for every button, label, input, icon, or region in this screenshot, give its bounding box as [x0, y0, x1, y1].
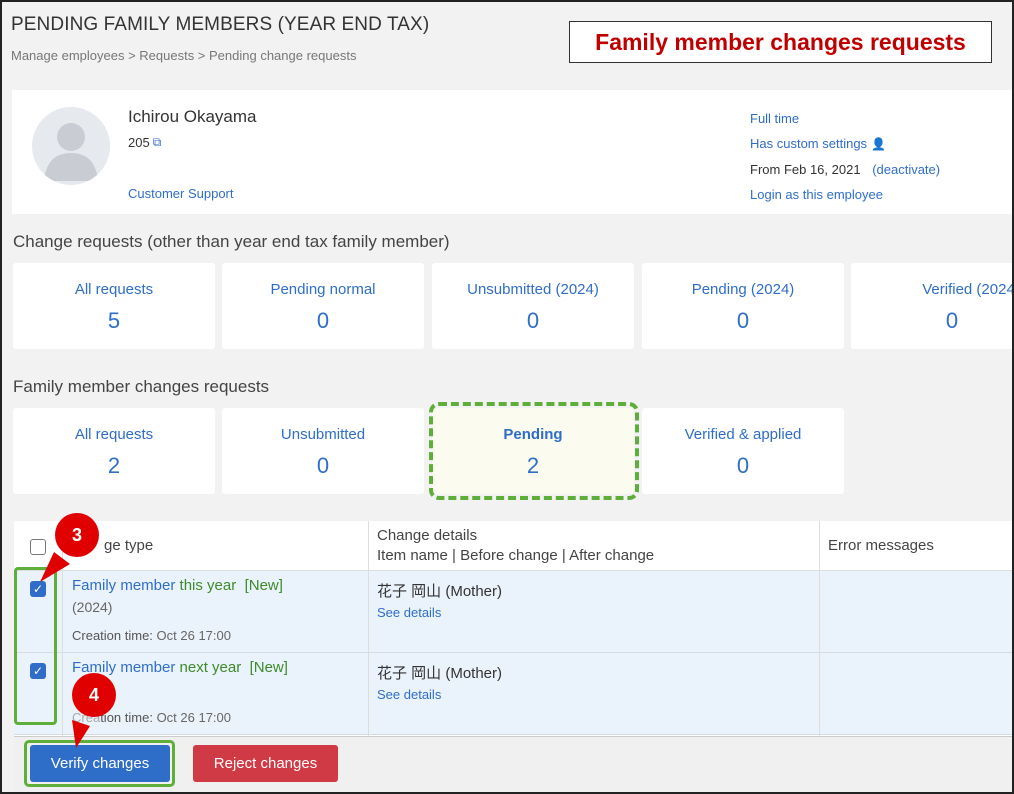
from-date-row: From Feb 16, 2021 (deactivate)	[750, 157, 940, 182]
card-count: 2	[107, 453, 121, 478]
card-label: Pending (2024)	[691, 281, 795, 298]
change-type-link[interactable]: Family member next year [New]	[72, 659, 288, 676]
deactivate-link[interactable]: (deactivate)	[872, 162, 940, 177]
card-count: 0	[316, 453, 330, 478]
from-date: From Feb 16, 2021	[750, 162, 861, 177]
card-count: 0	[736, 308, 750, 333]
card-pending-2024[interactable]: Pending (2024) 0	[642, 263, 844, 349]
card-label: Verified & applied	[684, 426, 802, 443]
table-row: ✓ Family member this year [New] (2024) C…	[14, 571, 1012, 653]
card-label: Unsubmitted	[280, 426, 366, 443]
see-details-link[interactable]: See details	[377, 687, 441, 702]
see-details-link[interactable]: See details	[377, 605, 441, 620]
header-details-columns: Item name | Before change | After change	[377, 547, 655, 564]
breadcrumb[interactable]: Manage employees > Requests > Pending ch…	[11, 48, 356, 63]
change-year: (2024)	[72, 599, 113, 615]
reject-changes-button[interactable]: Reject changes	[193, 745, 338, 782]
card-count: 0	[736, 453, 750, 478]
card-count: 5	[107, 308, 121, 333]
employment-type-link[interactable]: Full time	[750, 106, 940, 131]
card-verified-2024[interactable]: Verified (2024) 0	[851, 263, 1014, 349]
employee-number-value: 205	[128, 135, 150, 150]
family-requests-title: Family member changes requests	[13, 377, 270, 396]
card-unsubmitted-2024[interactable]: Unsubmitted (2024) 0	[432, 263, 634, 349]
copy-icon[interactable]: ⧉	[153, 135, 162, 150]
employee-info: Full time Has custom settings 👤 From Feb …	[750, 106, 940, 207]
step-4-badge: 4	[72, 673, 116, 717]
avatar	[32, 107, 110, 185]
card-pending-normal[interactable]: Pending normal 0	[222, 263, 424, 349]
card-label: All requests	[74, 281, 154, 298]
detail-item-name: 花子 岡山 (Mother)	[377, 665, 503, 682]
family-card-unsubmitted[interactable]: Unsubmitted 0	[222, 408, 424, 494]
header-error-messages: Error messages	[828, 537, 934, 554]
table-header: ge type Change details Item name | Befor…	[14, 521, 1012, 571]
card-label: Verified (2024)	[922, 281, 1014, 298]
custom-settings-row: Has custom settings 👤	[750, 131, 940, 157]
detail-item-name: 花子 岡山 (Mother)	[377, 583, 503, 600]
card-label: Pending normal	[270, 281, 376, 298]
app-frame: PENDING FAMILY MEMBERS (YEAR END TAX) Ma…	[0, 0, 1014, 794]
creation-time: Creation time: Oct 26 17:00	[72, 628, 231, 643]
employee-number: 205 ⧉	[128, 135, 161, 150]
requests-table: ge type Change details Item name | Befor…	[14, 521, 1012, 736]
checkbox-highlight	[14, 567, 57, 725]
user-silhouette-icon	[44, 123, 98, 181]
card-count: 0	[316, 308, 330, 333]
table-row: ✓ Family member next year [New] Creation…	[14, 653, 1012, 735]
family-card-verified-applied[interactable]: Verified & applied 0	[642, 408, 844, 494]
change-requests-title: Change requests (other than year end tax…	[13, 232, 450, 251]
card-all-requests[interactable]: All requests 5	[13, 263, 215, 349]
pending-highlight	[429, 402, 639, 500]
customer-support-link[interactable]: Customer Support	[128, 186, 234, 201]
step-3-badge: 3	[55, 513, 99, 557]
family-card-all-requests[interactable]: All requests 2	[13, 408, 215, 494]
custom-settings-link[interactable]: Has custom settings	[750, 136, 867, 151]
card-count: 0	[945, 308, 959, 333]
column-divider	[368, 521, 369, 736]
login-as-employee-link[interactable]: Login as this employee	[750, 182, 940, 207]
column-divider	[819, 521, 820, 736]
card-label: All requests	[74, 426, 154, 443]
annotation-callout: Family member changes requests	[569, 21, 992, 63]
card-label: Unsubmitted (2024)	[467, 281, 599, 298]
header-change-type: ge type	[104, 537, 154, 554]
page-title: PENDING FAMILY MEMBERS (YEAR END TAX)	[11, 14, 430, 35]
employee-name: Ichirou Okayama	[128, 107, 257, 126]
employee-profile: Ichirou Okayama 205 ⧉ Customer Support F…	[12, 90, 1012, 214]
person-icon: 👤	[871, 137, 886, 151]
header-change-details: Change details	[377, 527, 478, 544]
card-count: 0	[526, 308, 540, 333]
